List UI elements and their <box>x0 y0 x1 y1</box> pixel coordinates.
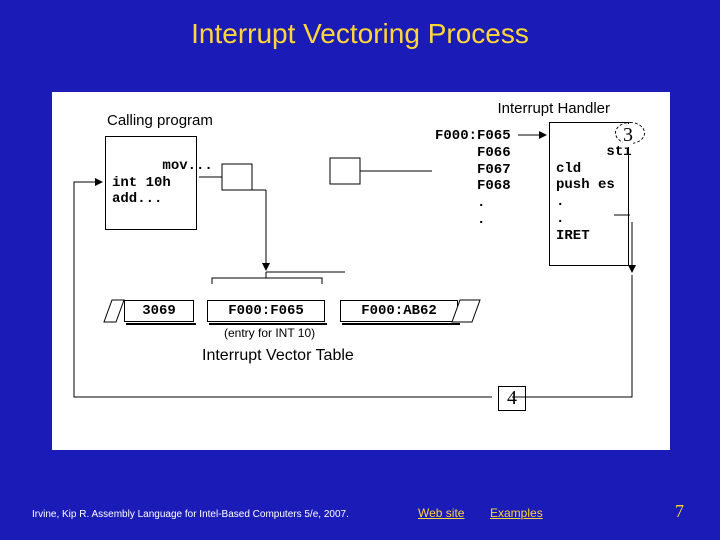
footer-credit: Irvine, Kip R. Assembly Language for Int… <box>32 509 349 520</box>
calling-code-box: mov... int 10h add... <box>105 136 197 230</box>
calling-program-label: Calling program <box>107 112 213 129</box>
footer-link-examples[interactable]: Examples <box>490 506 543 520</box>
handler-code: sti cld push es . . IRET <box>556 144 632 244</box>
handler-addr-block: F000:F065 F066 F067 F068 . . <box>435 128 511 229</box>
step-2: 2 <box>345 164 355 187</box>
ivt-cell-mid: F000:F065 <box>207 300 325 322</box>
ivt-cell-left: 3069 <box>124 300 194 322</box>
slide-title: Interrupt Vectoring Process <box>0 18 720 50</box>
footer-link-website[interactable]: Web site <box>418 506 464 520</box>
calling-code: mov... int 10h add... <box>112 158 213 208</box>
ivt-label: Interrupt Vector Table <box>202 347 354 365</box>
step-3: 3 <box>623 124 633 147</box>
interrupt-handler-label: Interrupt Handler <box>497 100 610 117</box>
step-1: 1 <box>232 168 242 191</box>
ivt-entry-note: (entry for INT 10) <box>224 326 315 340</box>
step-4: 4 <box>498 386 526 411</box>
page-number: 7 <box>675 501 684 522</box>
ivt-cell-right: F000:AB62 <box>340 300 458 322</box>
diagram-area: Calling program Interrupt Handler mov...… <box>52 92 670 450</box>
handler-code-box: sti cld push es . . IRET <box>549 122 629 266</box>
slide: Interrupt Vectoring Process Calling prog… <box>0 0 720 540</box>
